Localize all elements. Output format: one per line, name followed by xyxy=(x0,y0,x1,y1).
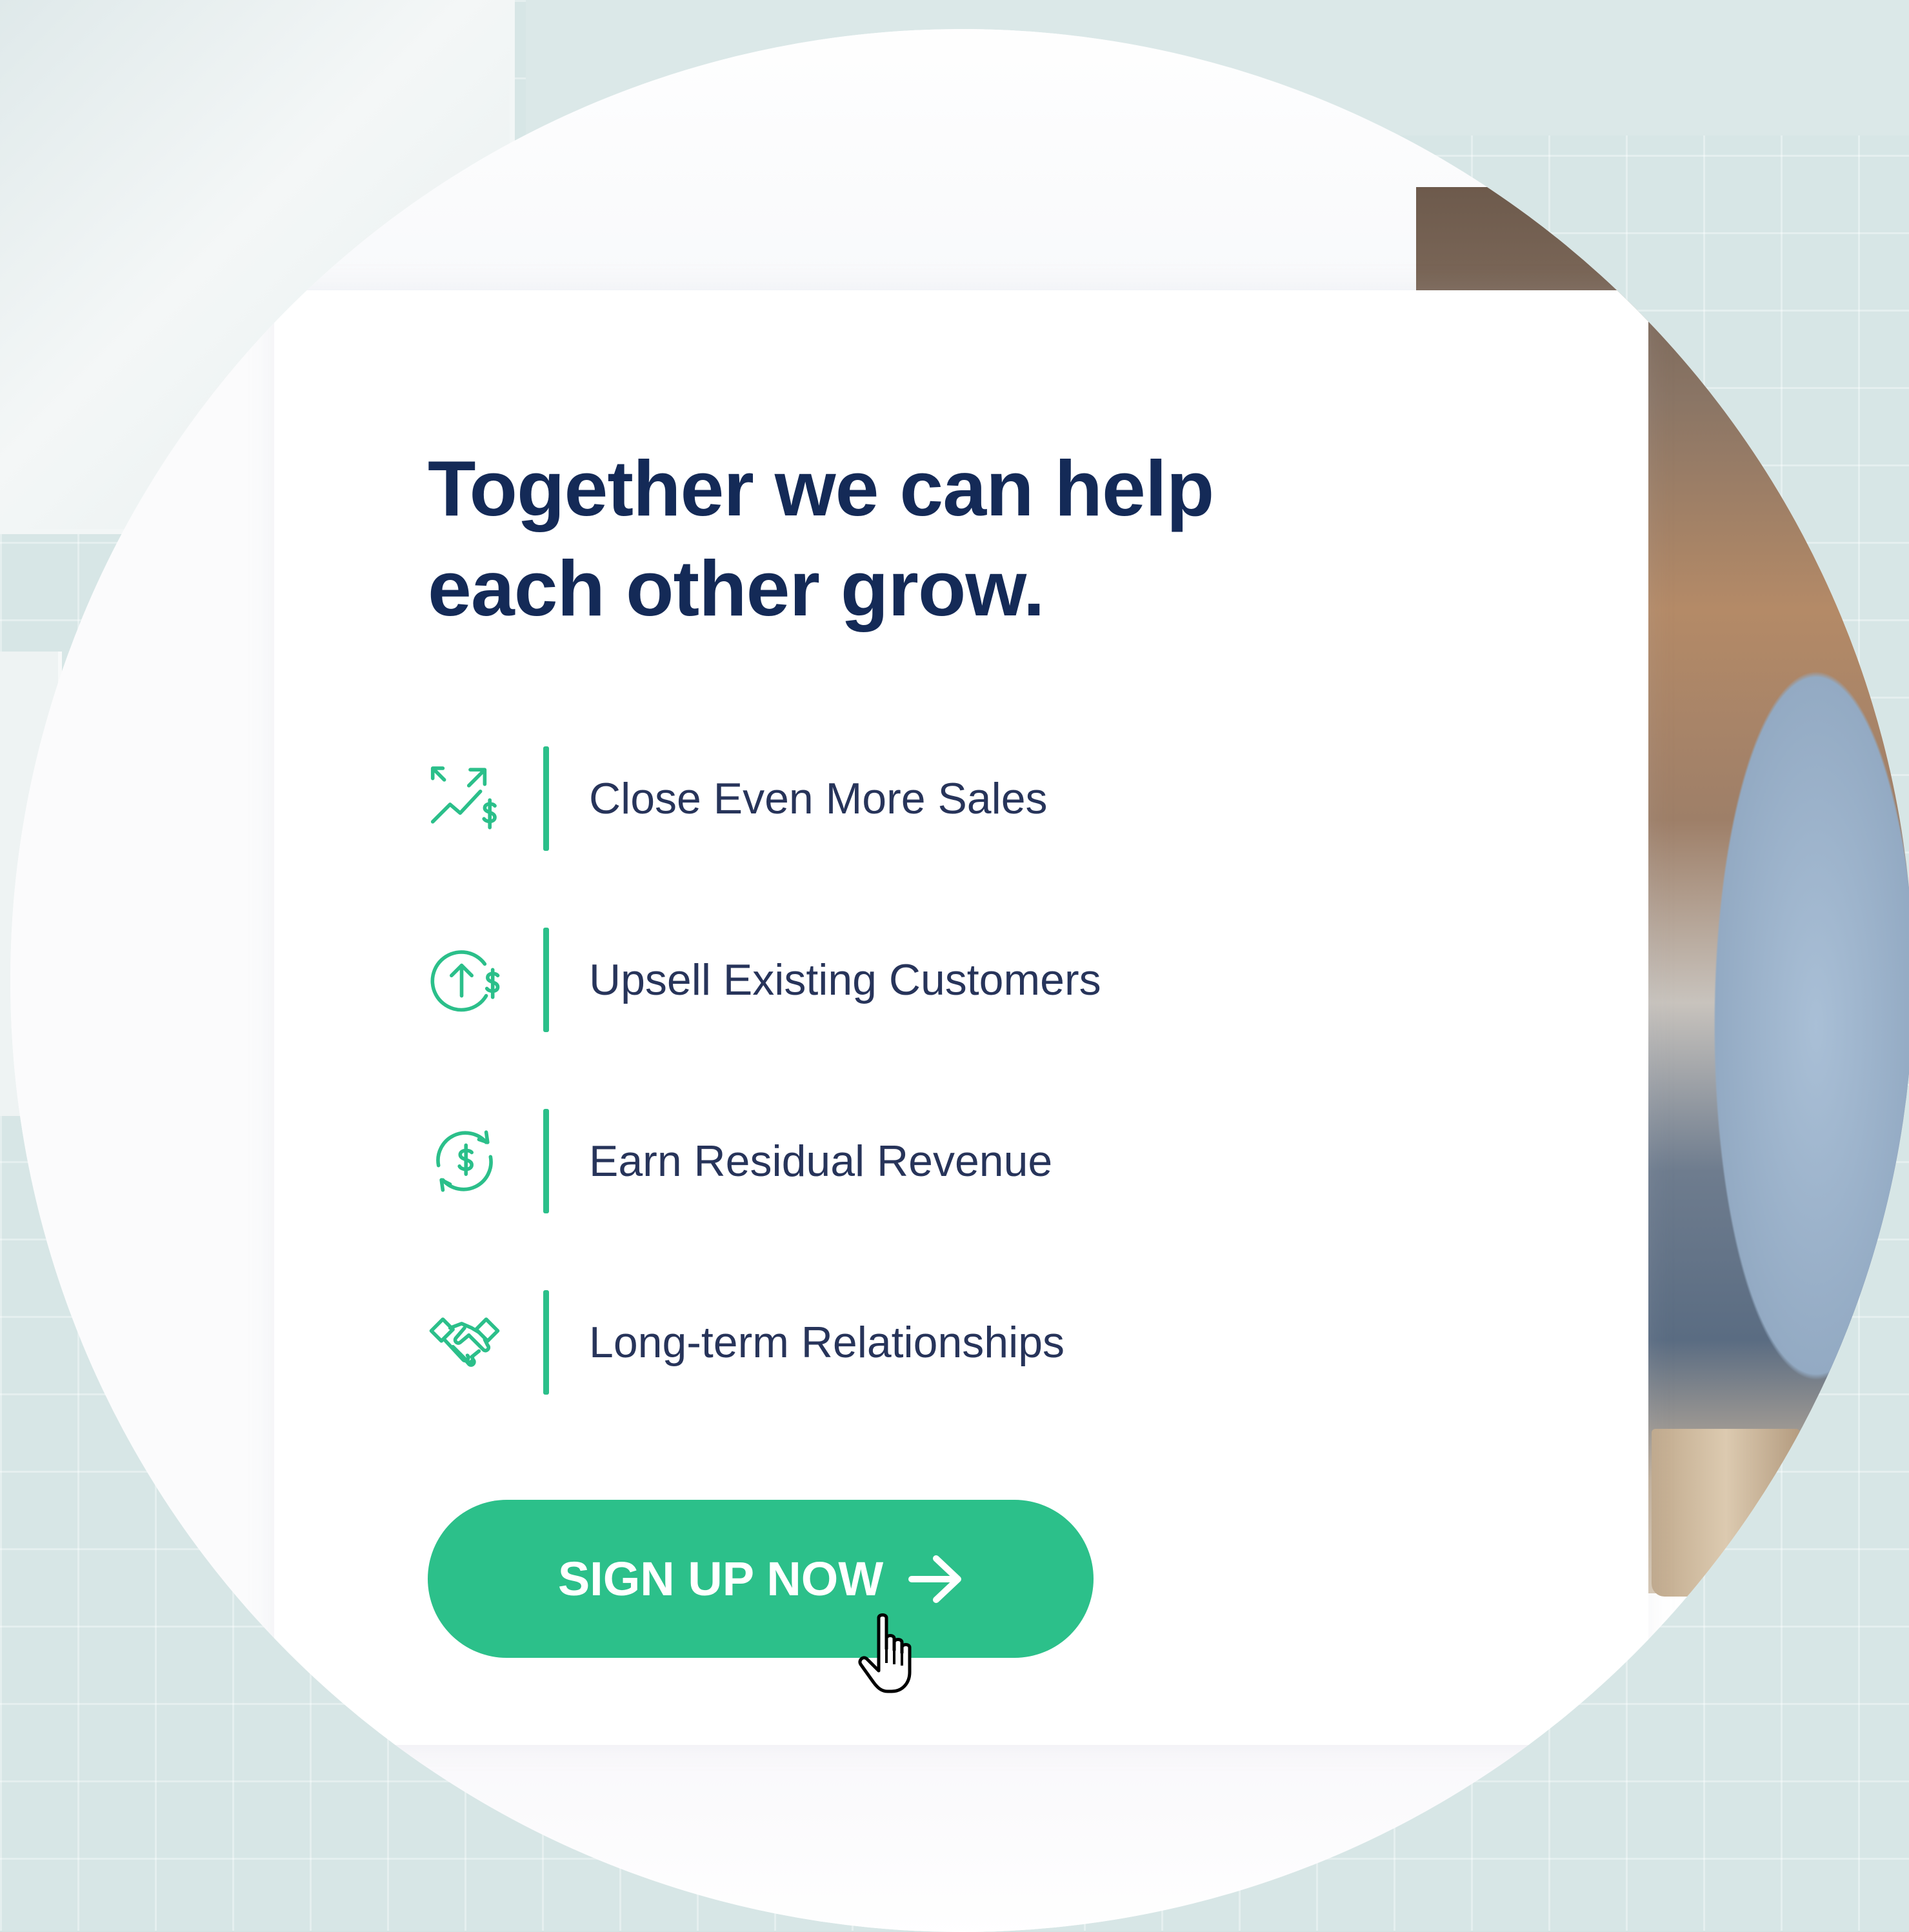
page-section-bottom xyxy=(10,1745,1909,1932)
feature-divider xyxy=(543,1108,549,1213)
card-headline: Together we can help each other grow. xyxy=(428,439,1331,639)
feature-label: Close Even More Sales xyxy=(589,773,1048,823)
feature-divider xyxy=(543,1290,549,1395)
headline-line-2: each other grow. xyxy=(428,544,1045,632)
recurring-dollar-icon xyxy=(426,1122,503,1200)
feature-label: Upsell Existing Customers xyxy=(589,955,1101,1004)
feature-item: Close Even More Sales xyxy=(426,745,1394,851)
page-section-left xyxy=(10,290,274,1748)
feature-item: Upsell Existing Customers xyxy=(426,926,1394,1033)
hand-pointer-icon xyxy=(858,1613,912,1693)
feature-label: Long-term Relationships xyxy=(589,1317,1065,1367)
feature-item: Long-term Relationships xyxy=(426,1289,1394,1395)
sales-growth-icon xyxy=(426,760,503,837)
arrow-right-icon xyxy=(908,1555,962,1603)
zoom-lens: Together we can help each other grow. Cl… xyxy=(10,29,1909,1932)
feature-divider xyxy=(543,927,549,1032)
sign-up-button[interactable]: SIGN UP NOW xyxy=(428,1500,1094,1658)
sign-up-button-label: SIGN UP NOW xyxy=(557,1552,884,1606)
hero-photo-detail xyxy=(1652,1429,1800,1597)
feature-divider xyxy=(543,746,549,851)
handshake-icon xyxy=(426,1304,503,1381)
headline-line-1: Together we can help xyxy=(428,444,1214,532)
feature-label: Earn Residual Revenue xyxy=(589,1136,1053,1186)
upsell-arrow-dollar-icon xyxy=(426,941,503,1019)
feature-list: Close Even More Sales Upsell Existing Cu… xyxy=(426,745,1394,1470)
feature-item: Earn Residual Revenue xyxy=(426,1108,1394,1214)
